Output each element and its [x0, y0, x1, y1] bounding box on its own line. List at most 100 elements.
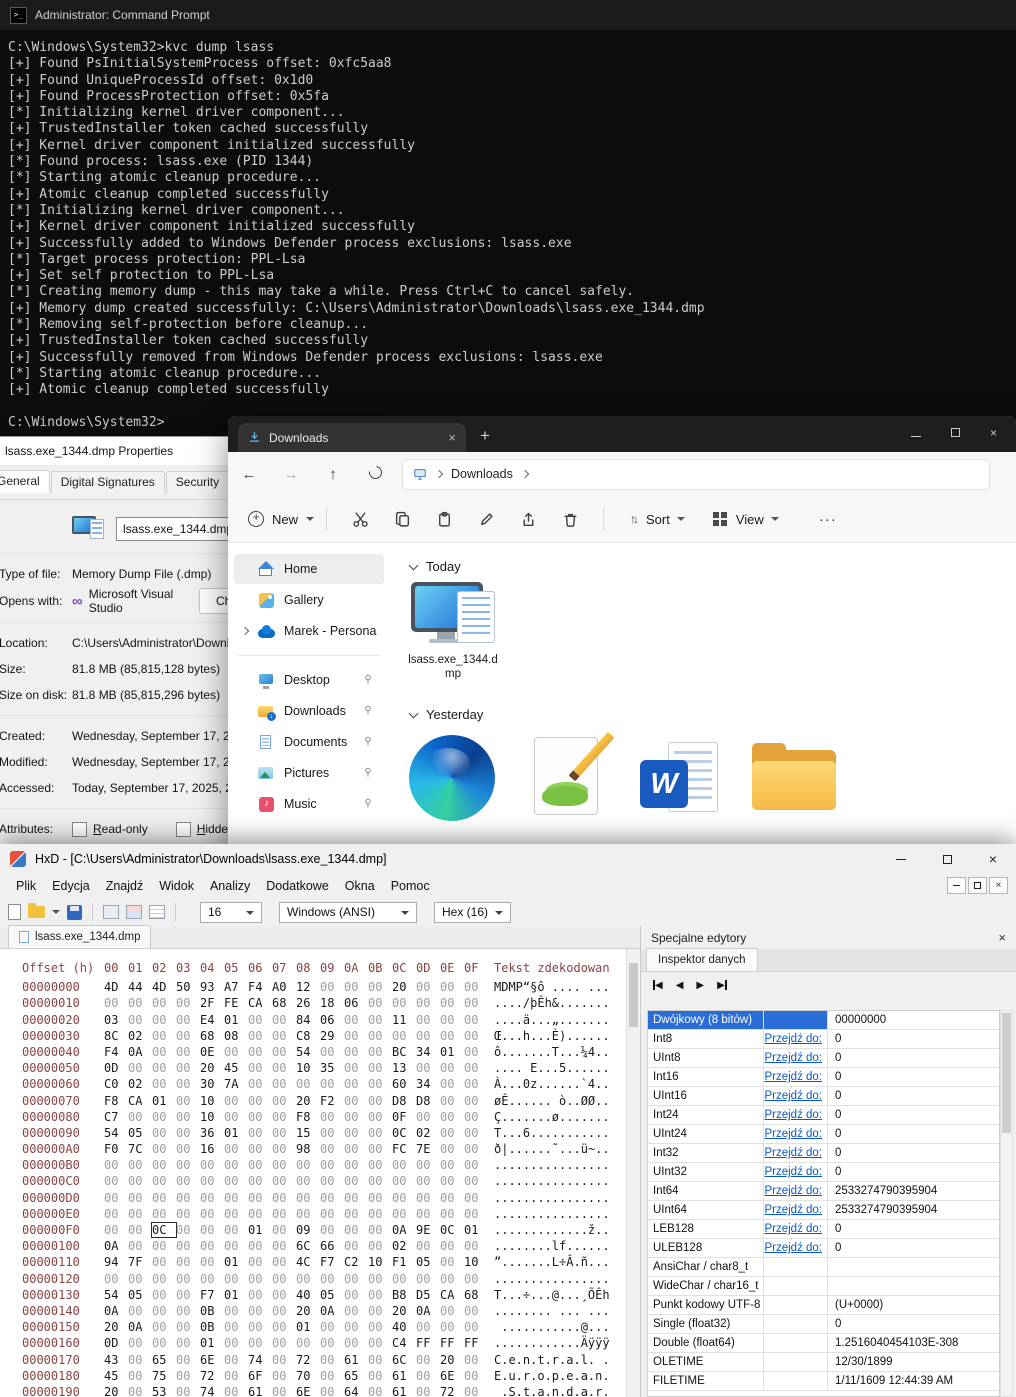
- hex-row[interactable]: 00000160 0D0000000100000000000000C4FFFFF…: [22, 1336, 627, 1352]
- hex-byte[interactable]: 2F: [200, 996, 224, 1010]
- goto-link[interactable]: [764, 1315, 828, 1333]
- hex-byte[interactable]: 00: [440, 1029, 464, 1043]
- hex-byte[interactable]: 00: [440, 1158, 464, 1172]
- hxd-titlebar[interactable]: HxD - [C:\Users\Administrator\Downloads\…: [0, 844, 1016, 874]
- hex-byte[interactable]: 00: [416, 1207, 440, 1221]
- hex-byte[interactable]: 00: [392, 1174, 416, 1188]
- inspector-row[interactable]: AnsiChar / char8_t: [648, 1258, 999, 1277]
- hex-byte[interactable]: 00: [224, 1207, 248, 1221]
- hex-byte[interactable]: C8: [296, 1029, 320, 1043]
- hex-byte[interactable]: 00: [248, 1255, 272, 1269]
- hex-byte[interactable]: 6E: [440, 1369, 464, 1383]
- inspector-value[interactable]: 0: [828, 1128, 999, 1140]
- hex-byte[interactable]: FE: [224, 996, 248, 1010]
- terminal-output[interactable]: C:\Windows\System32>kvc dump lsass [+] F…: [0, 30, 1016, 431]
- hex-byte[interactable]: 00: [416, 1013, 440, 1027]
- hex-byte[interactable]: 00: [344, 1013, 368, 1027]
- inspector-scrollbar[interactable]: [1000, 1010, 1013, 1397]
- hex-byte[interactable]: 93: [200, 980, 224, 994]
- hex-row[interactable]: 00000000 4D444D5093A7F4A0120000002000000…: [22, 980, 627, 996]
- hex-byte[interactable]: 00: [416, 996, 440, 1010]
- hex-byte[interactable]: 00: [104, 996, 128, 1010]
- hex-row[interactable]: 00000140 0A0000000B000000200A0000200A000…: [22, 1304, 627, 1320]
- hex-byte[interactable]: 00: [344, 1288, 368, 1302]
- hex-row[interactable]: 000000A0 F07C00001600000098000000FC7E000…: [22, 1142, 627, 1158]
- hex-byte[interactable]: 00: [176, 1320, 200, 1334]
- encoding-select[interactable]: Windows (ANSI): [279, 902, 417, 923]
- hex-byte[interactable]: 00: [416, 1369, 440, 1383]
- hex-byte[interactable]: D8: [392, 1094, 416, 1108]
- more-options-icon[interactable]: ···: [819, 511, 837, 528]
- hex-byte[interactable]: 00: [152, 1191, 176, 1205]
- hex-byte[interactable]: 00: [464, 1045, 488, 1059]
- hex-byte[interactable]: 10: [296, 1061, 320, 1075]
- hex-row[interactable]: 00000110 947F0000000100004CF7C210F105001…: [22, 1255, 627, 1271]
- properties-tab[interactable]: Digital Signatures: [51, 471, 165, 493]
- hex-byte[interactable]: 00: [272, 1077, 296, 1091]
- hex-byte[interactable]: 00: [344, 1272, 368, 1286]
- hex-byte[interactable]: 26: [296, 996, 320, 1010]
- hex-byte[interactable]: 60: [392, 1077, 416, 1091]
- print-icon[interactable]: [103, 905, 119, 919]
- hex-byte[interactable]: 20: [296, 1304, 320, 1318]
- inspector-value[interactable]: 0: [828, 1052, 999, 1064]
- hex-byte[interactable]: 7C: [128, 1142, 152, 1156]
- hex-byte[interactable]: 7A: [224, 1077, 248, 1091]
- expander-chevron-icon[interactable]: [241, 627, 249, 635]
- inspector-value[interactable]: 1.2516040454103E-308: [828, 1337, 999, 1349]
- hex-byte[interactable]: 6F: [248, 1369, 272, 1383]
- hex-byte[interactable]: 00: [200, 1207, 224, 1221]
- hex-byte[interactable]: 44: [128, 980, 152, 994]
- back-icon[interactable]: ←: [228, 466, 270, 483]
- hex-byte[interactable]: 00: [104, 1272, 128, 1286]
- hex-byte[interactable]: 00: [200, 1272, 224, 1286]
- goto-link[interactable]: Przejdź do:: [764, 1201, 828, 1219]
- hex-byte[interactable]: 00: [176, 1336, 200, 1350]
- hex-byte[interactable]: C4: [392, 1336, 416, 1350]
- goto-link[interactable]: [764, 1372, 828, 1390]
- hex-byte[interactable]: 00: [368, 1288, 392, 1302]
- hex-byte[interactable]: 00: [152, 1255, 176, 1269]
- previous-byte-icon[interactable]: ◀: [676, 980, 684, 991]
- inspector-value[interactable]: 0: [828, 1223, 999, 1235]
- data-inspector-tab[interactable]: Inspektor danych: [646, 948, 758, 971]
- hex-byte[interactable]: 00: [416, 1110, 440, 1124]
- hex-byte[interactable]: 00: [272, 1385, 296, 1397]
- hex-row[interactable]: 00000150 200A00000B000000010000004000000…: [22, 1320, 627, 1336]
- hex-byte[interactable]: 00: [152, 1320, 176, 1334]
- hex-byte[interactable]: 00: [320, 1320, 344, 1334]
- hex-byte[interactable]: 00: [296, 1077, 320, 1091]
- hex-byte[interactable]: 64: [344, 1385, 368, 1397]
- open-dropdown-icon[interactable]: [52, 910, 60, 914]
- hex-byte[interactable]: 00: [368, 1223, 392, 1237]
- inspector-row[interactable]: Int32 Przejdź do: 0: [648, 1144, 999, 1163]
- hex-byte[interactable]: 0E: [200, 1045, 224, 1059]
- hex-byte[interactable]: 18: [320, 996, 344, 1010]
- hex-byte[interactable]: 00: [200, 1239, 224, 1253]
- hex-byte[interactable]: 00: [368, 1061, 392, 1075]
- hex-byte[interactable]: 98: [296, 1142, 320, 1156]
- hex-byte[interactable]: 00: [248, 1110, 272, 1124]
- hex-byte[interactable]: 00: [152, 1029, 176, 1043]
- hex-byte[interactable]: 00: [464, 1191, 488, 1205]
- hex-byte[interactable]: 74: [200, 1385, 224, 1397]
- sidebar-item[interactable]: Pictures: [234, 758, 384, 788]
- goto-link[interactable]: Przejdź do:: [764, 1239, 828, 1257]
- inspector-value[interactable]: 0: [828, 1090, 999, 1102]
- hex-byte[interactable]: 00: [272, 1110, 296, 1124]
- hex-byte[interactable]: 6E: [200, 1353, 224, 1367]
- hex-byte[interactable]: 00: [128, 1174, 152, 1188]
- hex-byte[interactable]: 40: [296, 1288, 320, 1302]
- share-button[interactable]: [507, 511, 549, 528]
- hex-byte[interactable]: 13: [392, 1061, 416, 1075]
- inspector-row[interactable]: UInt64 Przejdź do: 2533274790395904: [648, 1201, 999, 1220]
- hex-byte[interactable]: 7F: [128, 1255, 152, 1269]
- hex-byte[interactable]: 0A: [128, 1045, 152, 1059]
- inspector-value[interactable]: 0: [828, 1242, 999, 1254]
- hex-byte[interactable]: CA: [248, 996, 272, 1010]
- hex-byte[interactable]: 00: [176, 1013, 200, 1027]
- inspector-row[interactable]: UInt16 Przejdź do: 0: [648, 1087, 999, 1106]
- hex-byte[interactable]: 20: [392, 1304, 416, 1318]
- hex-byte[interactable]: 00: [344, 1158, 368, 1172]
- hex-byte[interactable]: 00: [464, 1061, 488, 1075]
